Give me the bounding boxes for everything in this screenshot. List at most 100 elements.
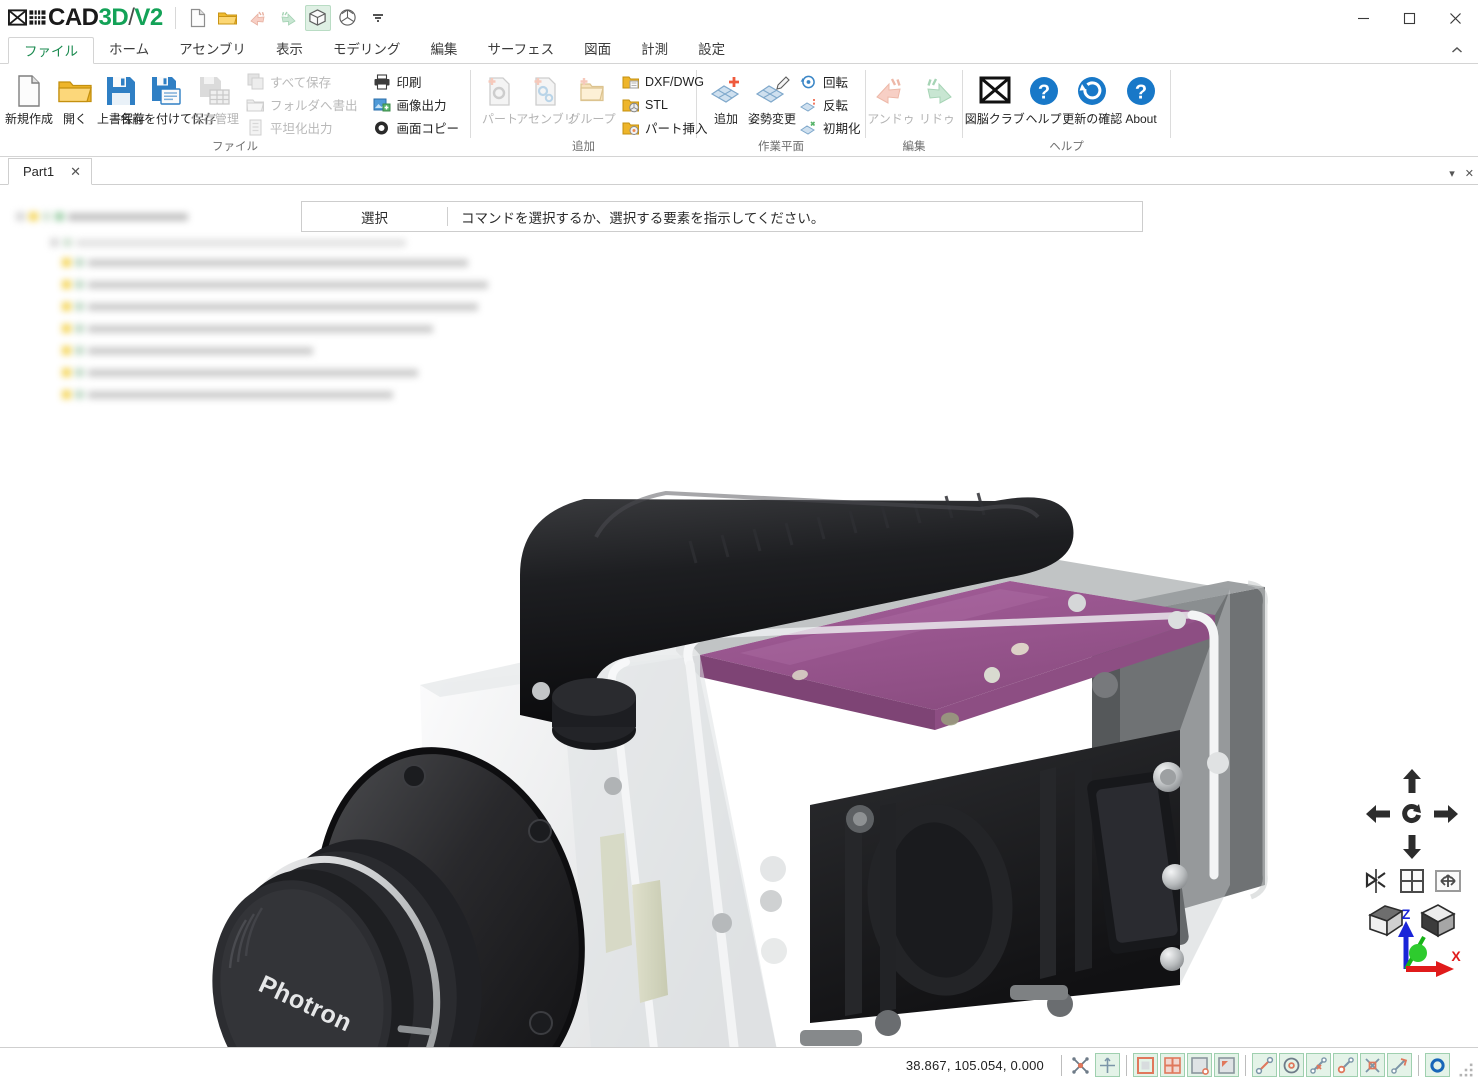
- new-document-icon: [15, 71, 43, 111]
- close-button[interactable]: [1432, 0, 1478, 36]
- snap-midpoint-icon[interactable]: [1252, 1053, 1277, 1077]
- axis-z-label: Z: [1402, 907, 1411, 922]
- workplane-add-label: 追加: [714, 111, 738, 127]
- title-bar: CAD3D/V2: [0, 0, 1478, 36]
- snap-crosshair-icon[interactable]: [1095, 1053, 1120, 1077]
- image-output-button[interactable]: 画像出力: [370, 93, 464, 116]
- add-assembly-label: アセンブリ: [516, 111, 575, 127]
- ribbon-tab-measure[interactable]: 計測: [626, 36, 683, 63]
- ribbon-group-workplane-title: 作業平面: [697, 141, 865, 157]
- screen-copy-icon: [372, 118, 391, 137]
- workplane-rotate-button[interactable]: 回転: [797, 70, 866, 93]
- workplane-orientation-button[interactable]: 姿勢変更: [749, 68, 795, 127]
- chevron-down-icon[interactable]: ▾: [1449, 167, 1455, 180]
- snap-corner-icon[interactable]: [1187, 1053, 1212, 1077]
- open-folder-icon[interactable]: [215, 5, 241, 31]
- close-icon[interactable]: ✕: [70, 164, 81, 180]
- about-label: About: [1125, 111, 1156, 127]
- flatten-output-label: 平坦化出力: [270, 118, 333, 137]
- snap-center-icon[interactable]: [1279, 1053, 1304, 1077]
- document-tab-label: Part1: [23, 164, 54, 179]
- ribbon-tab-assembly[interactable]: アセンブリ: [164, 36, 261, 63]
- cad-application-window: CAD3D/V2: [0, 0, 1478, 1082]
- ribbon-tab-home[interactable]: ホーム: [94, 36, 164, 63]
- snap-intersection-icon[interactable]: [1306, 1053, 1331, 1077]
- workplane-add-button[interactable]: 追加: [703, 68, 749, 127]
- redo-button[interactable]: リドゥ: [914, 68, 960, 127]
- new-document-label: 新規作成: [5, 111, 53, 127]
- snap-face-icon[interactable]: [1214, 1053, 1239, 1077]
- new-document-button[interactable]: 新規作成: [6, 68, 52, 127]
- close-all-icon[interactable]: ✕: [1465, 167, 1474, 180]
- axis-x-label: X: [1451, 948, 1461, 964]
- app-logo-mark-2: [28, 8, 47, 27]
- file-small-column-2: 印刷 画像出力: [370, 68, 464, 139]
- snap-nearest-icon[interactable]: [1333, 1053, 1358, 1077]
- ribbon-tab-settings[interactable]: 設定: [683, 36, 740, 63]
- ribbon-tab-view[interactable]: 表示: [261, 36, 318, 63]
- axis-triad: Z X: [1384, 907, 1466, 985]
- status-bar: 38.867, 105.054, 0.000: [0, 1047, 1478, 1082]
- check-update-button[interactable]: 更新の確認: [1067, 68, 1119, 127]
- snap-tangent-icon[interactable]: [1387, 1053, 1412, 1077]
- redo-icon[interactable]: [275, 5, 301, 31]
- document-tab-part1[interactable]: Part1 ✕: [8, 158, 92, 185]
- snap-grid-icon[interactable]: [1160, 1053, 1185, 1077]
- svg-text:?: ?: [1135, 82, 1147, 104]
- add-group-button[interactable]: グループ: [569, 68, 615, 127]
- pan-left-arrow-button[interactable]: [1361, 797, 1395, 831]
- workplane-reset-button[interactable]: 初期化: [797, 116, 866, 139]
- document-tab-controls: ▾ ✕: [1449, 167, 1474, 180]
- section-view-button[interactable]: [1362, 867, 1390, 895]
- resize-grip-icon[interactable]: [1457, 1061, 1475, 1079]
- save-as-button[interactable]: 名前を付けて保存: [144, 68, 192, 127]
- solid-view-icon[interactable]: [305, 5, 331, 31]
- wireframe-view-icon[interactable]: [335, 5, 361, 31]
- add-assembly-button[interactable]: アセンブリ: [523, 68, 569, 127]
- ribbon-tab-drawing[interactable]: 図面: [569, 36, 626, 63]
- screen-copy-button[interactable]: 画面コピー: [370, 116, 464, 139]
- undo-icon[interactable]: [245, 5, 271, 31]
- printer-icon: [372, 72, 391, 91]
- save-all-button[interactable]: すべて保存: [244, 70, 363, 93]
- minimize-button[interactable]: [1340, 0, 1386, 36]
- ribbon-tab-modeling[interactable]: モデリング: [318, 36, 416, 63]
- snap-perpendicular-icon[interactable]: [1360, 1053, 1385, 1077]
- about-button[interactable]: ? About: [1118, 68, 1164, 127]
- grid-view-button[interactable]: [1398, 867, 1426, 895]
- pan-up-arrow-button[interactable]: [1395, 765, 1429, 797]
- rotate-view-button[interactable]: [1395, 797, 1429, 831]
- new-document-icon[interactable]: [185, 5, 211, 31]
- print-button[interactable]: 印刷: [370, 70, 464, 93]
- ribbon-group-edit: アンドゥ リドゥ 編集: [866, 64, 962, 157]
- open-button[interactable]: 開く: [52, 68, 98, 127]
- help-button[interactable]: ? ヘルプ: [1021, 68, 1067, 127]
- export-folder-label: フォルダへ書出: [270, 95, 358, 114]
- pan-right-arrow-button[interactable]: [1429, 797, 1463, 831]
- flip-icon: [799, 95, 818, 114]
- save-manage-button[interactable]: 保存管理: [192, 68, 238, 127]
- fit-view-button[interactable]: [1434, 867, 1462, 895]
- zunou-club-button[interactable]: 図脳クラブ: [969, 68, 1021, 127]
- 3d-viewport[interactable]: 選択 コマンドを選択するか、選択する要素を指示してください。: [0, 185, 1478, 1047]
- flatten-output-icon: [246, 118, 265, 137]
- workplane-orientation-label: 姿勢変更: [748, 111, 796, 127]
- ribbon-tab-surface[interactable]: サーフェス: [472, 36, 569, 63]
- save-all-label: すべて保存: [270, 72, 331, 91]
- pan-down-arrow-button[interactable]: [1395, 831, 1429, 863]
- export-folder-button[interactable]: フォルダへ書出: [244, 93, 363, 116]
- ribbon-tab-edit[interactable]: 編集: [415, 36, 472, 63]
- 3d-model-high-speed-camera[interactable]: Photron: [0, 185, 1478, 1047]
- snap-endpoint-icon[interactable]: [1133, 1053, 1158, 1077]
- flatten-output-button[interactable]: 平坦化出力: [244, 116, 363, 139]
- ribbon-tab-file[interactable]: ファイル: [8, 37, 94, 64]
- cursor-coordinates: 38.867, 105.054, 0.000: [906, 1058, 1056, 1073]
- collapse-ribbon-chevron-up-icon[interactable]: [1446, 39, 1468, 61]
- maximize-button[interactable]: [1386, 0, 1432, 36]
- undo-icon: [873, 71, 909, 111]
- snap-off-icon[interactable]: [1068, 1053, 1093, 1077]
- workplane-flip-button[interactable]: 反転: [797, 93, 866, 116]
- snap-circle-icon[interactable]: [1425, 1053, 1450, 1077]
- qat-dropdown-icon[interactable]: [365, 5, 391, 31]
- undo-button[interactable]: アンドゥ: [868, 68, 914, 127]
